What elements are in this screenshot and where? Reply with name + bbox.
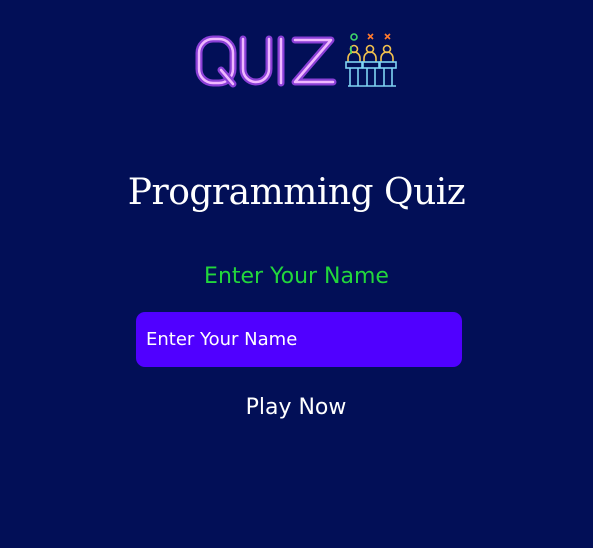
name-label: Enter Your Name — [204, 264, 389, 289]
quiz-logo — [195, 32, 401, 90]
page-title: Programming Quiz — [127, 172, 466, 213]
play-now-button[interactable]: Play Now — [196, 386, 396, 428]
quiz-contestants-icon — [345, 33, 397, 87]
quiz-logo-wordmark — [195, 35, 337, 88]
name-input[interactable] — [136, 312, 462, 367]
